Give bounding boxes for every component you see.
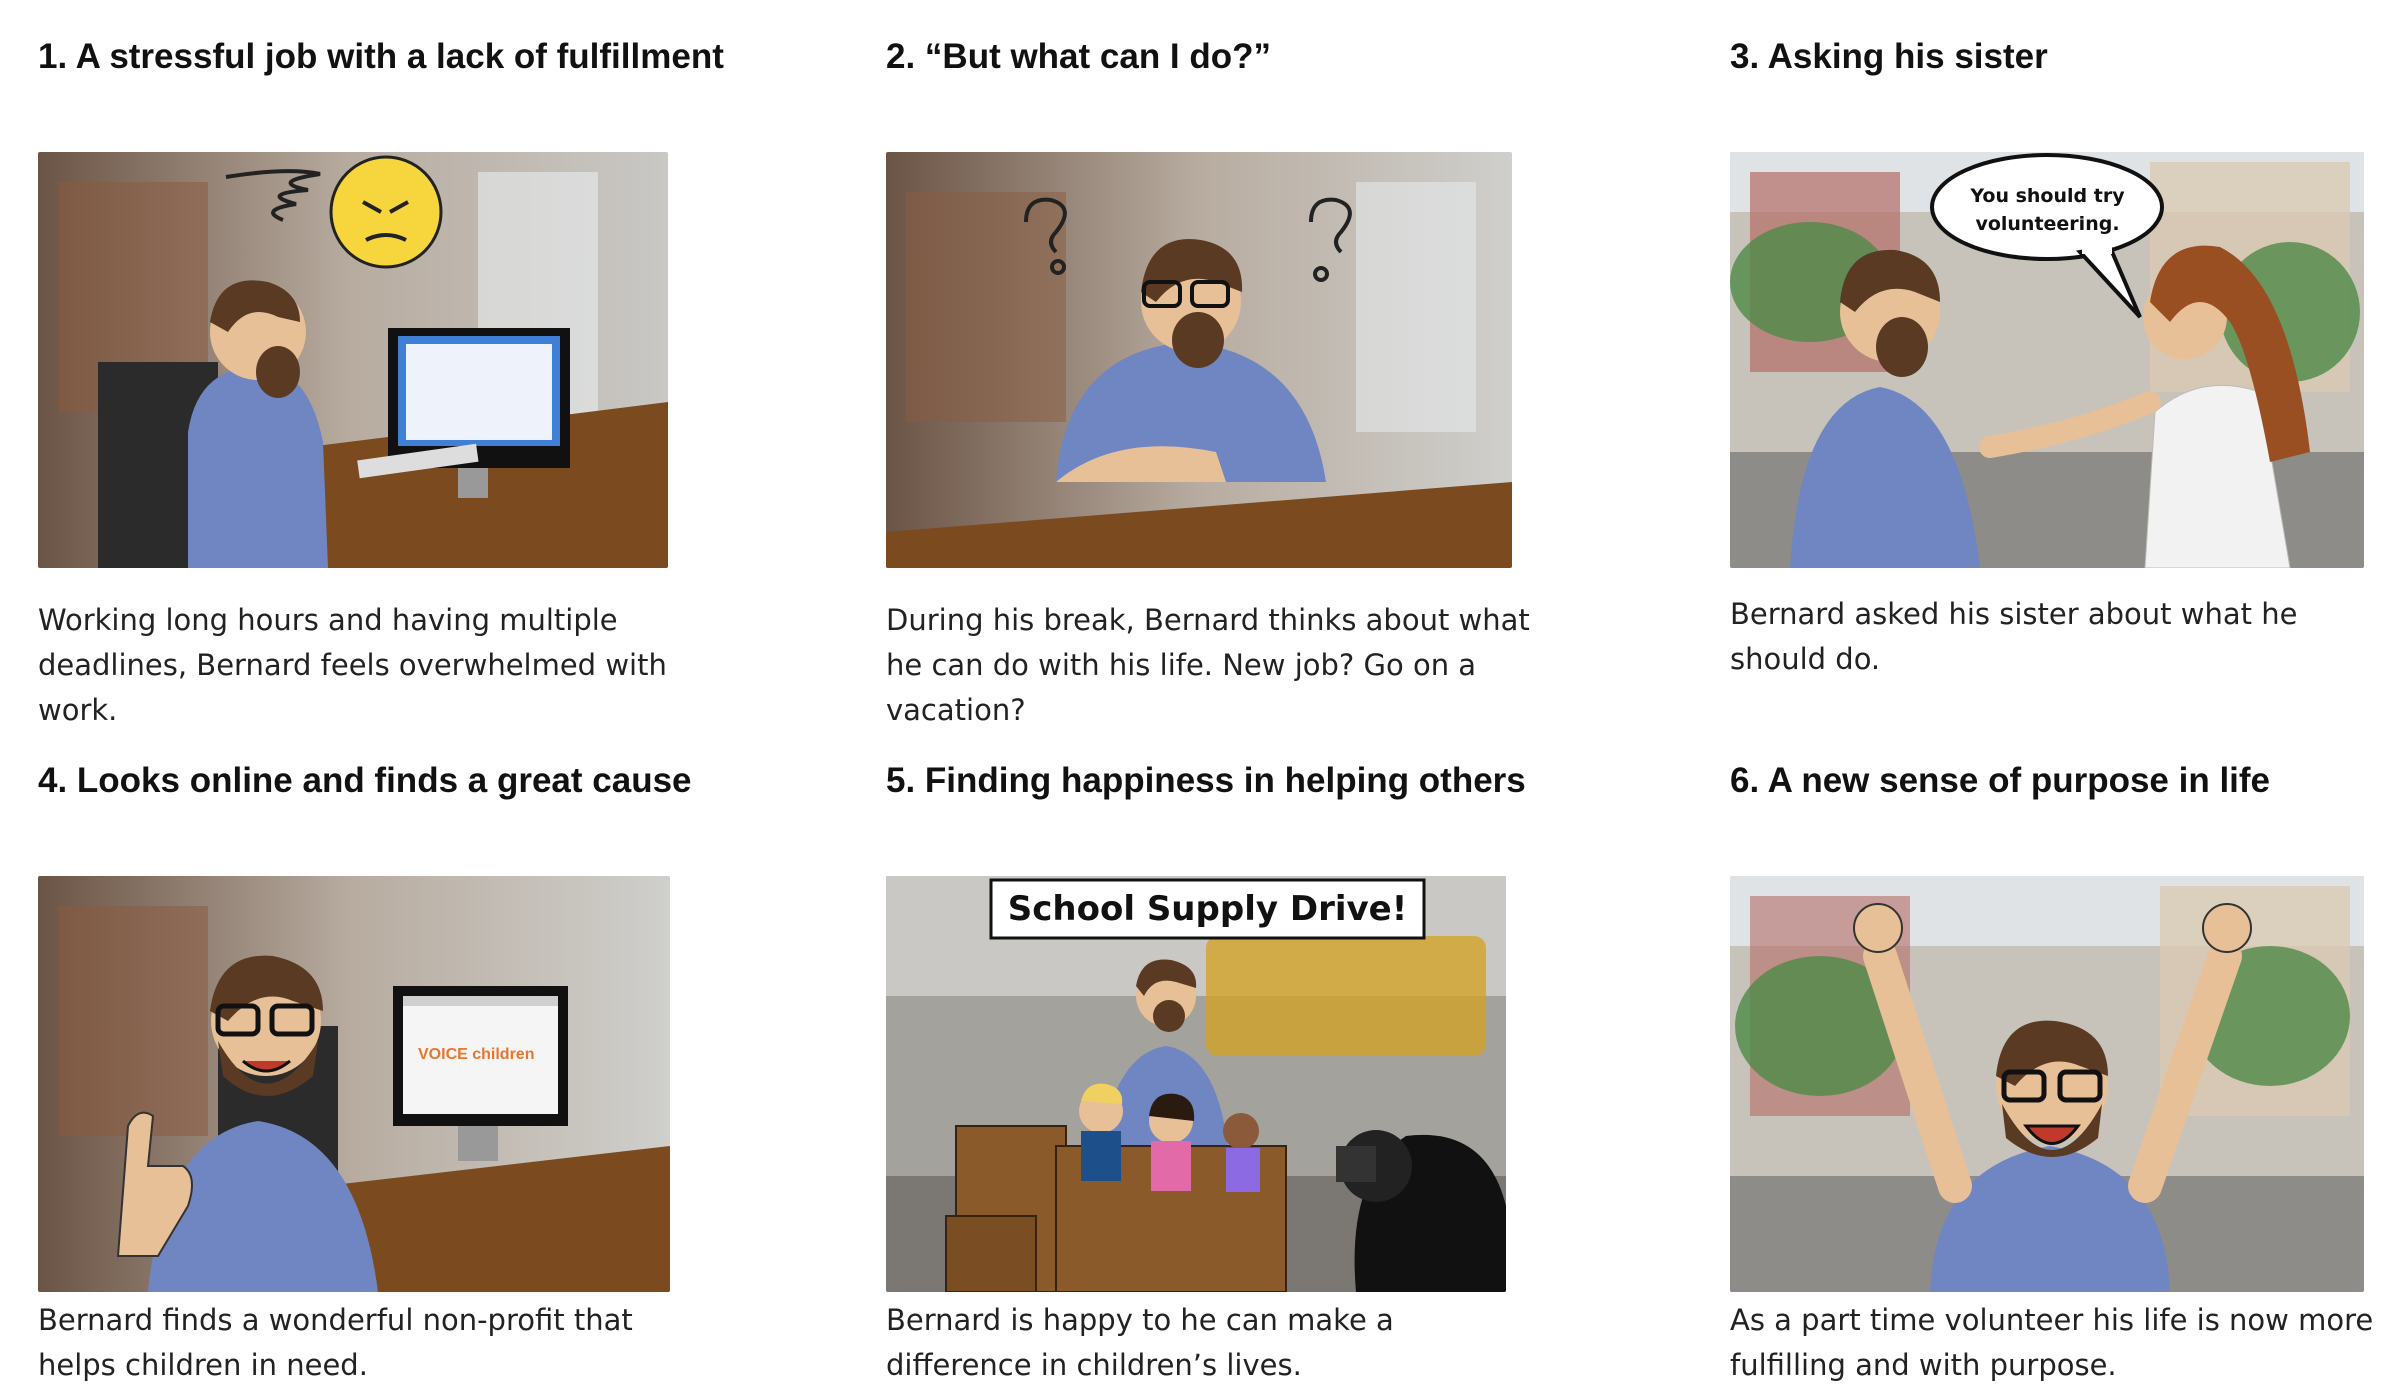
panel-caption: Bernard is happy to he can make a differ…	[886, 1303, 1394, 1382]
speech-bubble-text: You should try volunteering.	[1970, 185, 2125, 235]
school-supply-sign: School Supply Drive!	[1007, 889, 1408, 929]
panel-illustration-thinking	[886, 152, 1512, 568]
panel-6: 6. A new sense of purpose in life As a p…	[1730, 760, 2373, 1382]
panel-illustration-sister: You should try volunteering.	[1730, 152, 2364, 568]
panel-illustration-supply-drive: School Supply Drive!	[886, 876, 1506, 1292]
panel-caption: As a part time volunteer his life is now…	[1730, 1303, 2374, 1382]
panel-illustration-celebrating	[1730, 876, 2364, 1292]
panel-caption: During his break, Bernard thinks about w…	[886, 603, 1530, 727]
panel-2: 2. “But what can I do?” During his break…	[886, 36, 1530, 727]
panel-title: 2. “But what can I do?”	[886, 37, 1272, 76]
panel-caption: Bernard asked his sister about what he s…	[1730, 597, 2298, 676]
screen-logo: VOICE children	[418, 1046, 535, 1063]
panel-title: 6. A new sense of purpose in life	[1730, 761, 2271, 800]
panel-caption: Bernard finds a wonderful non-profit tha…	[38, 1303, 633, 1382]
panel-illustration-online: VOICE children	[38, 876, 670, 1292]
storyboard: 1. A stressful job with a lack of fulfil…	[0, 0, 2390, 1394]
panel-title: 5. Finding happiness in helping others	[886, 761, 1526, 800]
panel-illustration-office-stress	[38, 152, 668, 568]
panel-title: 1. A stressful job with a lack of fulfil…	[38, 37, 724, 76]
panel-3: 3. Asking his sister You should try volu…	[1730, 36, 2370, 676]
panel-caption: Working long hours and having multiple d…	[38, 603, 667, 727]
panel-title: 4. Looks online and finds a great cause	[38, 761, 692, 800]
panel-title: 3. Asking his sister	[1730, 37, 2048, 76]
panel-4: 4. Looks online and finds a great cause …	[38, 760, 692, 1382]
panel-5: 5. Finding happiness in helping others S…	[886, 760, 1526, 1382]
panel-1: 1. A stressful job with a lack of fulfil…	[38, 36, 724, 727]
